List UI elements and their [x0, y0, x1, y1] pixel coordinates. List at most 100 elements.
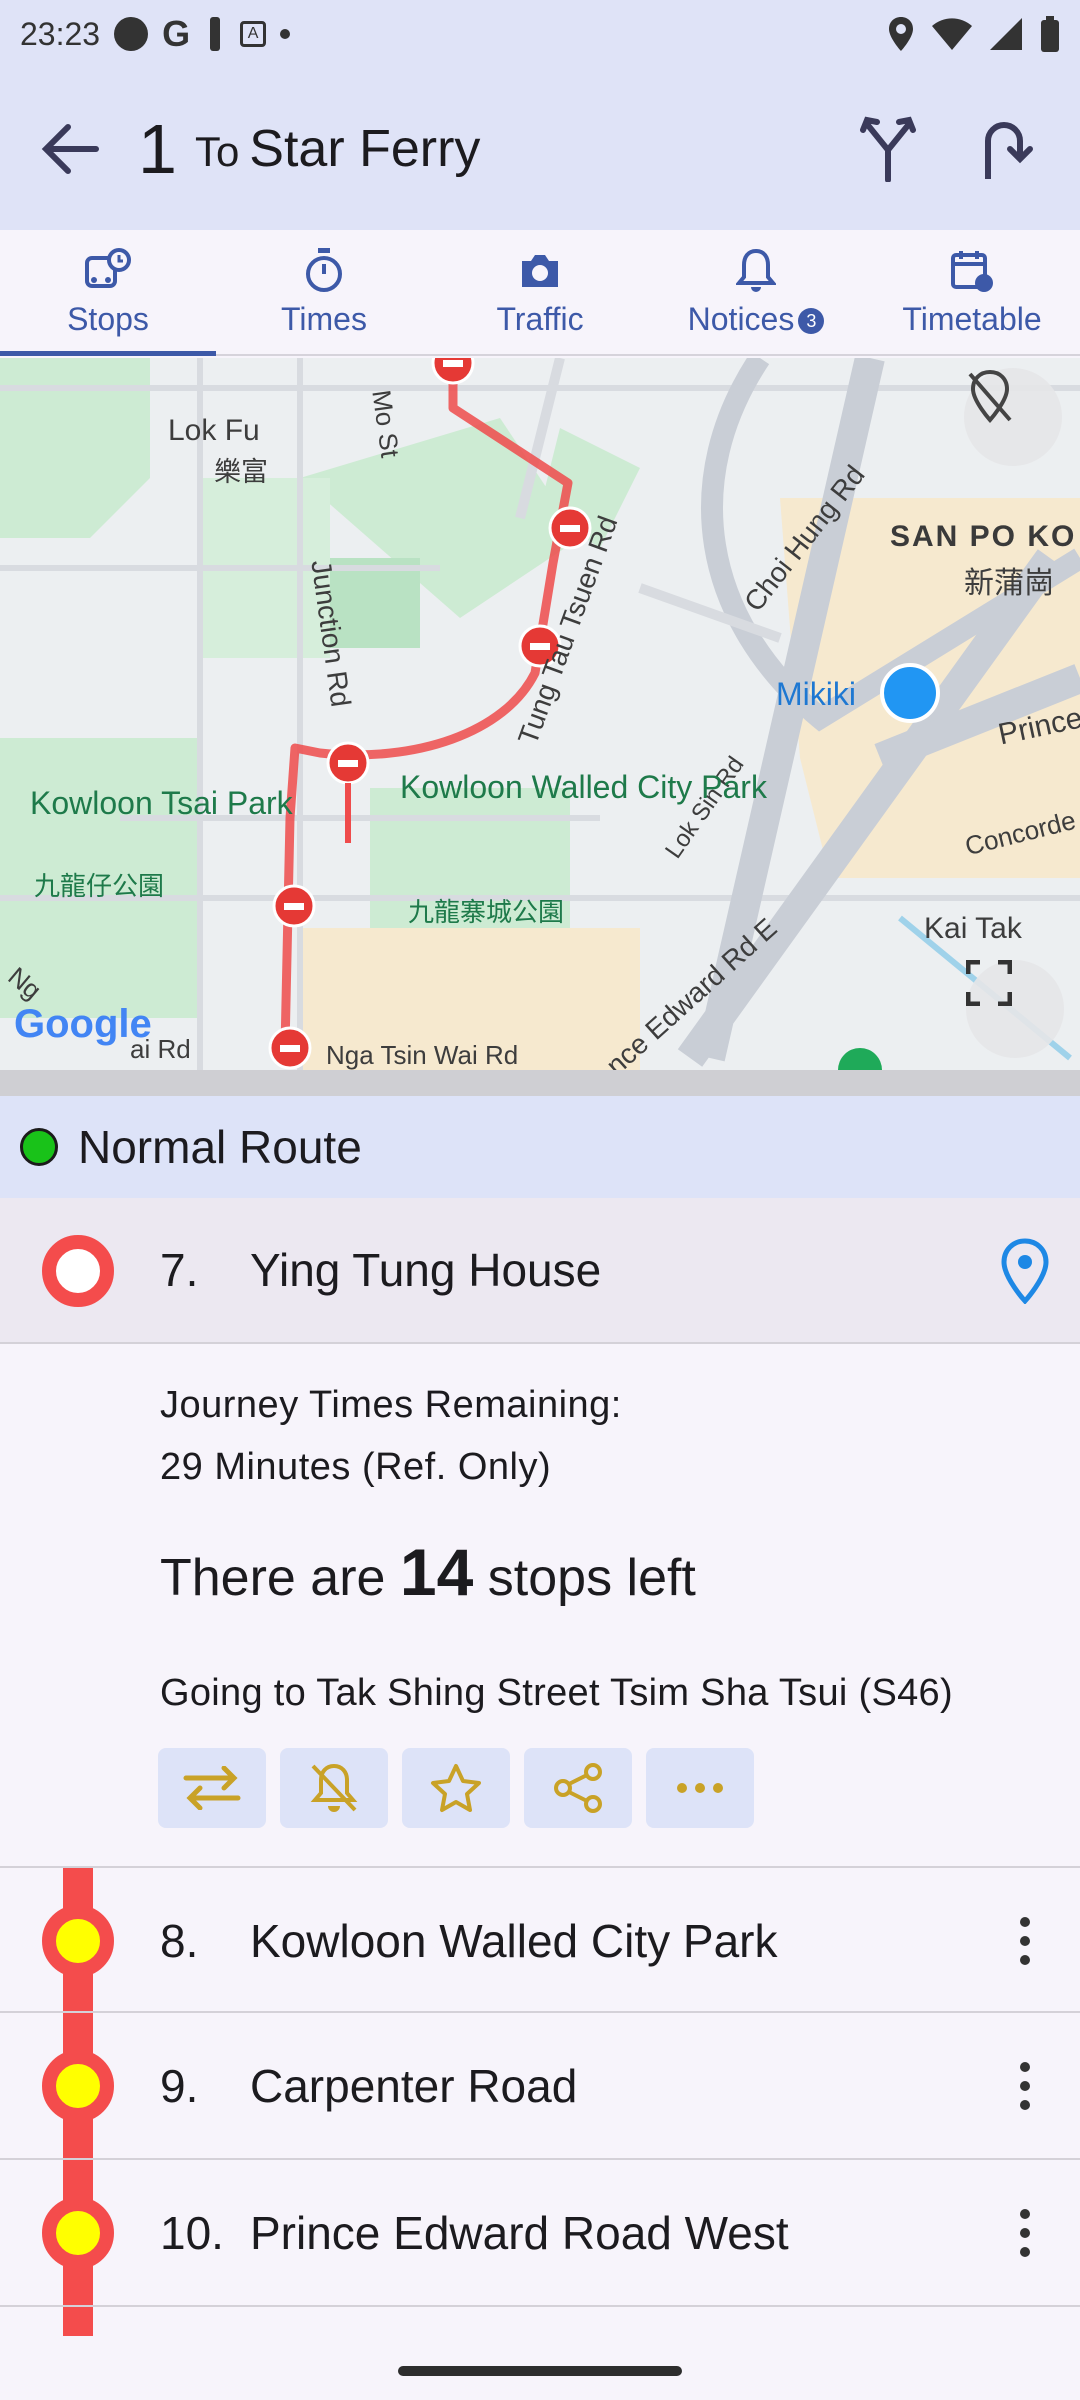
- tab-times[interactable]: Times: [216, 230, 432, 354]
- stop-marker-current: [42, 1235, 114, 1307]
- back-button[interactable]: [30, 109, 110, 189]
- google-logo: Google: [14, 1002, 152, 1046]
- map-resize-handle[interactable]: [0, 1070, 1080, 1096]
- tab-timetable[interactable]: Timetable: [864, 230, 1080, 354]
- going-to-text: Going to Tak Shing Street Tsim Sha Tsui …: [160, 1672, 953, 1714]
- map-label-nga-tsin-wai-rd: Nga Tsin Wai Rd: [326, 1040, 519, 1070]
- tab-stops-label: Stops: [67, 300, 149, 337]
- tab-traffic[interactable]: Traffic: [432, 230, 648, 354]
- map-label-walled-city-park-zh: 九龍寨城公園: [408, 897, 565, 927]
- favourite-button[interactable]: [402, 1748, 510, 1828]
- person-icon: [210, 17, 221, 51]
- signal-icon: [990, 18, 1022, 50]
- route-branch-button[interactable]: [848, 109, 928, 189]
- stops-left-prefix: There are: [160, 1549, 386, 1607]
- more-button[interactable]: [646, 1748, 754, 1828]
- bell-icon: [736, 248, 776, 292]
- stop-row[interactable]: 10. Prince Edward Road West: [0, 2160, 1080, 2307]
- map-label-kowloon-tsai-park: Kowloon Tsai Park: [30, 785, 293, 821]
- stop-number: 9.: [160, 2060, 199, 2112]
- camera-icon: [522, 254, 558, 287]
- map-label-lok-fu-zh: 樂富: [214, 457, 268, 487]
- alert-off-button[interactable]: [280, 1748, 388, 1828]
- map-label-kai-tak: Kai Tak: [924, 912, 1022, 945]
- stop-details-panel: Journey Times Remaining: 29 Minutes (Ref…: [0, 1344, 1080, 1866]
- route-status-dot: [20, 1128, 58, 1166]
- route-destination: To Star Ferry: [195, 119, 481, 179]
- stopwatch-icon: [306, 247, 342, 292]
- destination-name: Star Ferry: [249, 120, 481, 178]
- app-bar: 1 To Star Ferry: [0, 68, 1080, 230]
- map-label-lok-fu: Lok Fu: [168, 414, 260, 447]
- stops-left-suffix: stops left: [487, 1549, 696, 1607]
- tab-bar: Stops Times Traffic Notices 3 Timetable: [0, 230, 1080, 356]
- tab-notices[interactable]: Notices 3: [648, 230, 864, 354]
- stop-number: 8.: [160, 1915, 199, 1967]
- stop-row[interactable]: 9. Carpenter Road: [0, 2013, 1080, 2160]
- stop-marker: [42, 2197, 114, 2269]
- share-button[interactable]: [524, 1748, 632, 1828]
- map-label-walled-city-park: Kowloon Walled City Park: [400, 766, 767, 808]
- stop-options-button[interactable]: [990, 1906, 1060, 1976]
- status-bar: 23:23 G A: [0, 0, 1080, 68]
- wifi-icon: [932, 18, 972, 50]
- stop-number: 7.: [160, 1244, 199, 1296]
- tab-stops[interactable]: Stops: [0, 230, 216, 356]
- tab-notices-text: Notices: [687, 300, 795, 337]
- map-label-kowloon-tsai-park-zh: 九龍仔公園: [34, 871, 165, 901]
- home-gesture-handle[interactable]: [398, 2366, 682, 2376]
- map-label-mikiki: Mikiki: [776, 676, 856, 712]
- more-vertical-icon: [1020, 1917, 1030, 1965]
- stop-name: Carpenter Road: [250, 2060, 578, 2112]
- journey-time-remaining: Journey Times Remaining: 29 Minutes (Ref…: [160, 1374, 622, 1498]
- swap-arrows-icon: [183, 1766, 241, 1810]
- journey-time-value: 29 Minutes (Ref. Only): [160, 1446, 552, 1488]
- u-turn-icon: [985, 122, 1033, 179]
- stop-marker: [42, 1905, 114, 1977]
- tab-traffic-label: Traffic: [496, 300, 584, 337]
- fullscreen-icon: [966, 960, 1012, 1006]
- star-icon: [431, 1764, 481, 1812]
- more-vertical-icon: [1020, 2209, 1030, 2257]
- stop-options-button[interactable]: [990, 2198, 1060, 2268]
- location-off-icon: [968, 369, 1012, 423]
- tab-times-label: Times: [281, 300, 367, 337]
- bus-clock-icon: [85, 247, 131, 288]
- route-map[interactable]: Lok Fu 樂富 Mo St Junction Rd Tung Tau Tsu…: [0, 358, 1080, 1070]
- map-pin-icon: [1001, 1238, 1049, 1304]
- stop-number: 10.: [160, 2207, 224, 2259]
- battery-icon: [1041, 16, 1059, 52]
- stop-row-current[interactable]: 7. Ying Tung House: [0, 1198, 1080, 1344]
- route-fork-icon: [860, 116, 916, 182]
- status-time: 23:23: [20, 15, 101, 52]
- location-icon: [889, 17, 913, 51]
- stop-list: 7. Ying Tung House Journey Times Remaini…: [0, 1198, 1080, 2336]
- stop-name: Ying Tung House: [250, 1244, 602, 1296]
- font-badge-icon: A: [240, 21, 267, 47]
- fullscreen-button[interactable]: [966, 960, 1064, 1058]
- journey-time-title: Journey Times Remaining:: [160, 1384, 622, 1426]
- to-label: To: [194, 128, 240, 175]
- google-icon: G: [162, 13, 191, 54]
- stop-row[interactable]: 8. Kowloon Walled City Park: [0, 1866, 1080, 2013]
- stop-options-button[interactable]: [990, 2051, 1060, 2121]
- notices-count-badge: 3: [798, 308, 825, 335]
- stop-location-button[interactable]: [990, 1236, 1060, 1306]
- notification-dot-icon: [114, 17, 149, 51]
- stop-marker: [42, 2050, 114, 2122]
- more-vertical-icon: [1020, 2062, 1030, 2110]
- route-variant-label: Normal Route: [78, 1121, 362, 1173]
- more-notifications-icon: [280, 29, 291, 39]
- stops-left-count: 14: [399, 1535, 474, 1609]
- route-variant-banner[interactable]: Normal Route: [0, 1096, 1080, 1198]
- calendar-clock-icon: [951, 250, 993, 292]
- stops-left-text: There are 14 stops left: [160, 1534, 696, 1610]
- reverse-direction-button[interactable]: [968, 109, 1048, 189]
- hide-location-button[interactable]: [964, 368, 1062, 466]
- tab-notices-label: Notices 3: [688, 301, 825, 338]
- arrow-back-icon: [41, 124, 99, 174]
- map-label-san-po-kong-zh: 新蒲崗: [964, 567, 1054, 600]
- interchange-button[interactable]: [158, 1748, 266, 1828]
- stop-name: Kowloon Walled City Park: [250, 1915, 778, 1967]
- tab-timetable-label: Timetable: [902, 300, 1042, 337]
